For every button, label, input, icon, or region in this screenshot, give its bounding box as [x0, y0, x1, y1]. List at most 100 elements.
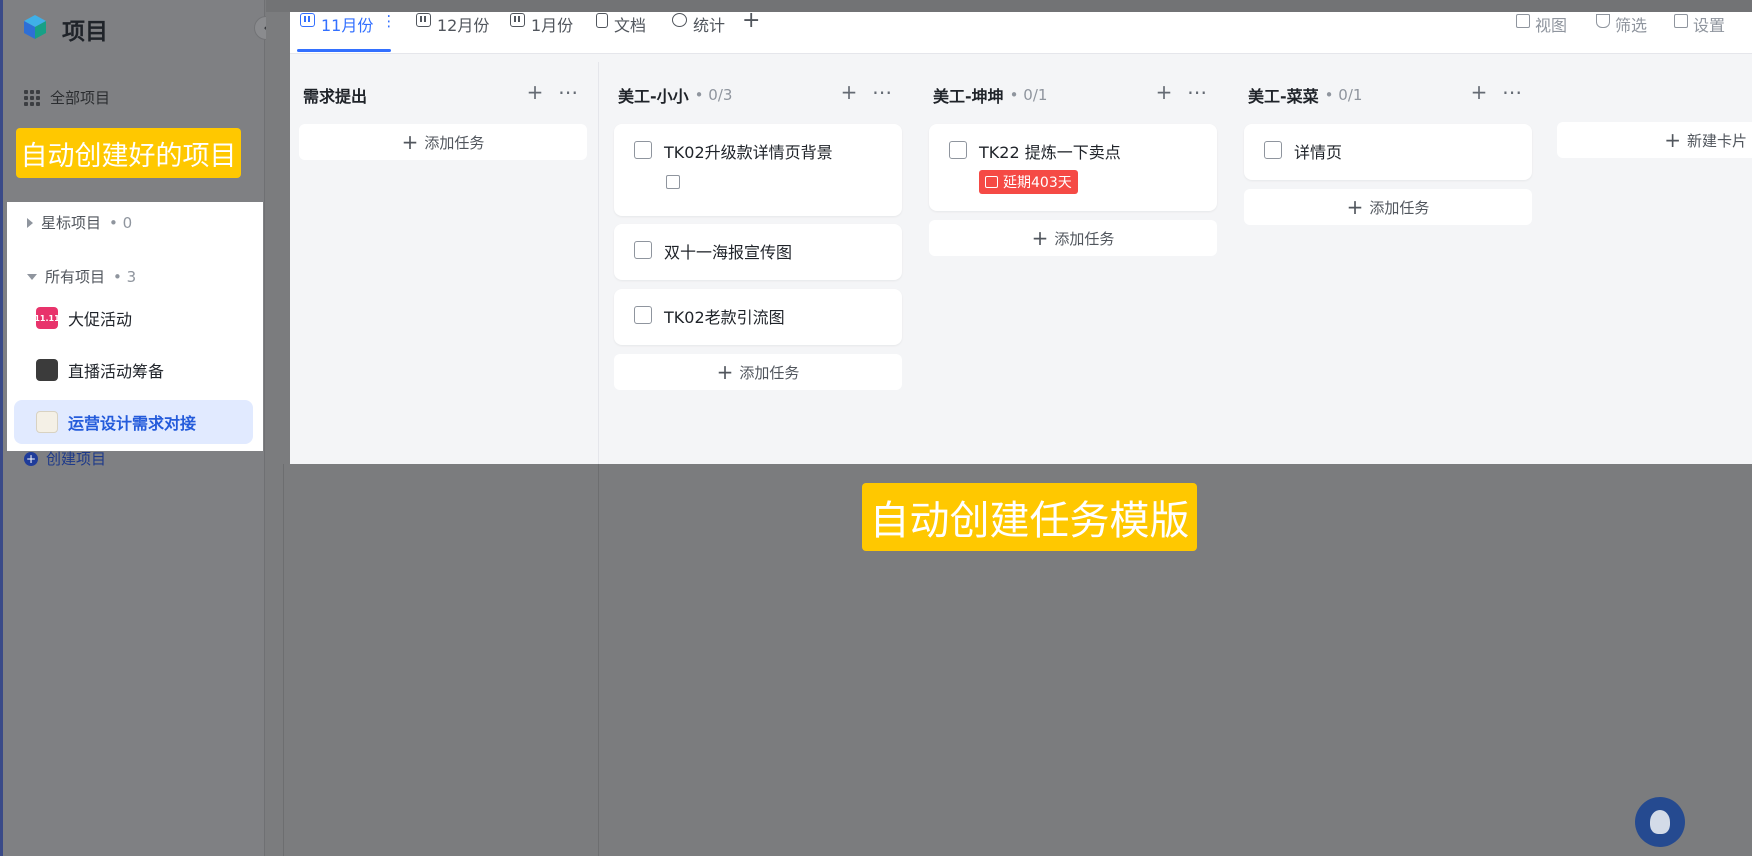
add-icon[interactable]: + [1155, 80, 1173, 104]
task-checkbox[interactable] [949, 141, 967, 159]
task-checkbox[interactable] [1264, 141, 1282, 159]
overdue-label: 延期403天 [1003, 175, 1072, 191]
view-button[interactable]: 视图 [1516, 12, 1567, 36]
add-task-button[interactable]: + 添加任务 [299, 124, 587, 160]
add-icon[interactable]: + [526, 80, 544, 104]
tab-1[interactable]: 1月份 [510, 12, 573, 54]
add-task-button[interactable]: + 添加任务 [929, 220, 1217, 256]
tab-label: 1月份 [531, 16, 574, 35]
view-label: 视图 [1535, 16, 1568, 35]
plus-icon: + [716, 360, 734, 384]
edit-icon[interactable] [666, 175, 680, 189]
column-divider [598, 62, 599, 464]
more-icon[interactable]: ⋯ [1187, 80, 1207, 104]
tasks-callout: 自动创建任务模版 [862, 483, 1197, 551]
caret-right-icon [27, 217, 33, 228]
more-icon[interactable]: ⋯ [1502, 80, 1522, 104]
column-title: 美工-菜菜 [1248, 87, 1319, 106]
starred-group-toggle[interactable]: 星标项目 • 0 [27, 212, 132, 233]
board-panel: 11月份 ⋮ 12月份 1月份 文档 统计 + 视图 筛选 设置 需求提出 + … [290, 8, 1752, 464]
task-card[interactable]: 详情页 [1244, 124, 1532, 180]
lightbulb-icon [1650, 810, 1670, 834]
project-item[interactable]: 11.11 大促活动 [14, 296, 253, 340]
stat-icon [672, 13, 687, 27]
tab-stats[interactable]: 统计 [672, 12, 725, 54]
task-checkbox[interactable] [634, 306, 652, 324]
task-title: TK02升级款详情页背景 [664, 143, 833, 162]
tab-12[interactable]: 12月份 [416, 12, 489, 54]
tab-docs[interactable]: 文档 [596, 12, 646, 54]
starred-count: • 0 [109, 213, 133, 232]
board-icon [510, 13, 525, 27]
plus-icon: + [401, 130, 419, 154]
add-task-button[interactable]: + 添加任务 [614, 354, 902, 390]
task-card[interactable]: TK22 提炼一下卖点 延期403天 [929, 124, 1217, 211]
plus-icon: + [1031, 226, 1049, 250]
calendar-icon [985, 176, 998, 188]
all-projects-link[interactable]: 全部项目 [24, 87, 110, 108]
settings-label: 设置 [1693, 16, 1726, 35]
settings-button[interactable]: 设置 [1674, 12, 1725, 36]
more-icon[interactable]: ⋯ [872, 80, 892, 104]
task-title: TK02老款引流图 [664, 308, 785, 327]
task-title: 详情页 [1294, 143, 1343, 162]
task-checkbox[interactable] [634, 141, 652, 159]
task-card[interactable]: TK02老款引流图 [614, 289, 902, 345]
divider [598, 464, 599, 856]
create-project-button[interactable]: + 创建项目 [24, 448, 106, 469]
overdue-badge: 延期403天 [979, 170, 1078, 194]
projects-callout: 自动创建好的项目 [16, 128, 241, 178]
filter-label: 筛选 [1615, 16, 1648, 35]
help-button[interactable] [1635, 797, 1685, 847]
task-card[interactable]: 双十一海报宣传图 [614, 224, 902, 280]
project-name: 大促活动 [68, 310, 133, 329]
project-item[interactable]: 直播活动筹备 [14, 348, 253, 392]
filter-button[interactable]: 筛选 [1596, 12, 1647, 36]
add-task-label: 添加任务 [1054, 229, 1115, 248]
task-checkbox[interactable] [634, 241, 652, 259]
starred-label: 星标项目 [41, 214, 102, 232]
more-icon[interactable]: ⋯ [558, 80, 578, 104]
new-card-button[interactable]: + 新建卡片 [1557, 122, 1752, 158]
doc-icon [596, 13, 608, 28]
settings-icon [1674, 14, 1688, 28]
column-title: 需求提出 [303, 87, 368, 106]
task-card[interactable]: TK02升级款详情页背景 [614, 124, 902, 216]
grid-icon [24, 89, 40, 106]
column-actions: + ⋯ [840, 80, 892, 104]
column-count: • 0/1 [1324, 86, 1363, 104]
project-item-active[interactable]: 运营设计需求对接 [14, 400, 253, 444]
add-task-button[interactable]: + 添加任务 [1244, 189, 1532, 225]
view-icon [1516, 14, 1530, 28]
tab-bar: 11月份 ⋮ 12月份 1月份 文档 统计 + 视图 筛选 设置 [290, 8, 1752, 54]
column-header: 美工-坤坤 • 0/1 [933, 83, 1047, 107]
tab-label: 文档 [614, 16, 647, 35]
all-group-count: • 3 [113, 267, 137, 286]
add-icon[interactable]: + [840, 80, 858, 104]
tab-11[interactable]: 11月份 ⋮ [300, 12, 396, 54]
filter-icon [1596, 14, 1610, 28]
project-thumbnail [36, 359, 58, 381]
top-strip [266, 0, 1752, 12]
all-group-toggle[interactable]: 所有项目 • 3 [27, 266, 136, 287]
caret-down-icon [27, 273, 37, 280]
new-card-label: 新建卡片 [1686, 131, 1747, 150]
column-header: 美工-小小 • 0/3 [618, 83, 732, 107]
plus-icon: + [1664, 128, 1681, 152]
column-count: • 0/3 [694, 86, 733, 104]
column-header: 美工-菜菜 • 0/1 [1248, 83, 1362, 107]
app-title: 项目 [62, 19, 108, 45]
tab-label: 12月份 [437, 16, 490, 35]
active-tab-indicator [297, 49, 391, 52]
add-tab-icon[interactable]: + [742, 8, 760, 33]
task-title: TK22 提炼一下卖点 [979, 143, 1121, 162]
column-actions: + ⋯ [1470, 80, 1522, 104]
tab-menu-icon[interactable]: ⋮ [381, 12, 396, 30]
divider [283, 464, 284, 856]
column-title: 美工-小小 [618, 87, 689, 106]
all-projects-label: 全部项目 [50, 89, 111, 107]
add-task-label: 添加任务 [739, 363, 800, 382]
project-name: 直播活动筹备 [68, 362, 165, 381]
plus-icon: + [1346, 195, 1364, 219]
add-icon[interactable]: + [1470, 80, 1488, 104]
